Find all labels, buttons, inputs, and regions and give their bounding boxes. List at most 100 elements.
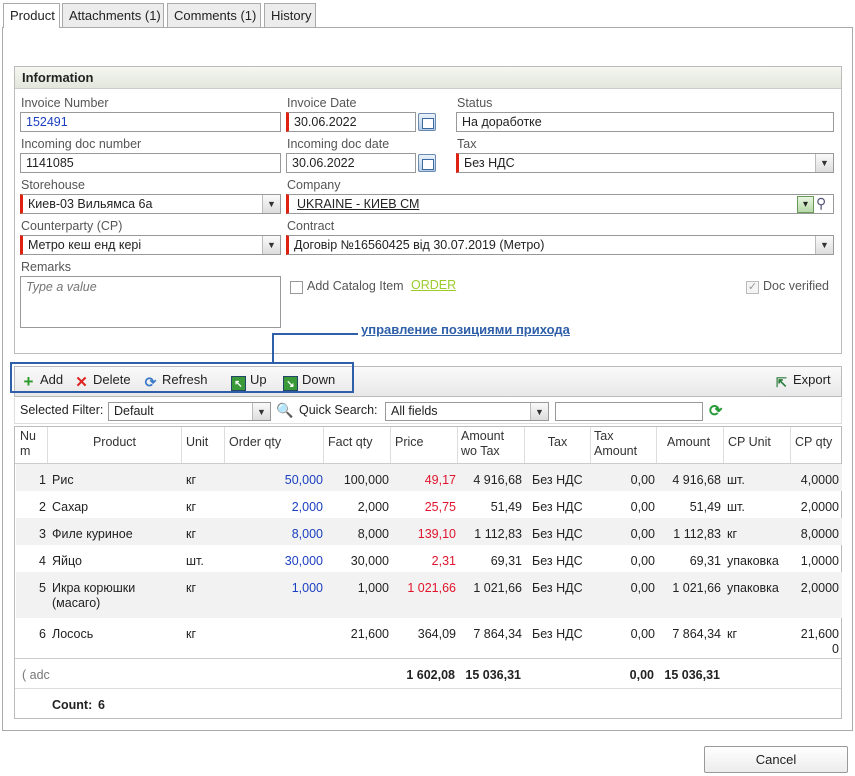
quick-search-field-select[interactable]: All fields ▼	[385, 402, 549, 421]
cell-amount-wo-tax: 7 864,34	[473, 627, 522, 641]
tab-comments[interactable]: Comments (1)	[167, 3, 261, 27]
storehouse-value: Киев-03 Вильямса 6а	[28, 197, 153, 211]
cell-amount-wo-tax: 69,31	[490, 554, 522, 568]
cell-order-qty: 8,000	[291, 527, 323, 541]
total-price: 1 602,08	[406, 668, 455, 682]
company-field[interactable]: UKRAINE - КИЕВ СМ	[286, 194, 834, 214]
column-header-cp-qty[interactable]: CP qty	[791, 427, 842, 463]
column-header-order-qty[interactable]: Order qty	[225, 427, 324, 463]
chevron-down-icon[interactable]: ▼	[252, 403, 270, 420]
export-button[interactable]: ⇱ Export	[774, 372, 831, 390]
cell-cp-unit: шт.	[727, 500, 745, 514]
search-icon[interactable]: ⚲	[816, 195, 834, 213]
cell-product: Рис	[52, 473, 74, 487]
column-header-amount-wo-tax[interactable]: Amount wo Tax	[458, 427, 525, 463]
status-field[interactable]: На доработке	[456, 112, 834, 132]
cell-cp-unit: упаковка	[727, 554, 779, 568]
cell-amount-wo-tax: 51,49	[490, 500, 522, 514]
tab-attachments[interactable]: Attachments (1)	[62, 3, 164, 27]
cell-tax: Без НДС	[532, 554, 583, 568]
table-row[interactable]: 2 Сахар кг 2,000 2,000 25,75 51,49 Без НДС 0,00 5…	[16, 491, 842, 518]
chevron-down-icon[interactable]: ▼	[815, 236, 833, 254]
cancel-button[interactable]: Cancel	[704, 746, 848, 773]
order-link[interactable]: ORDER	[411, 278, 456, 292]
column-header-cp-unit[interactable]: CP Unit	[724, 427, 791, 463]
table-row[interactable]: 4 Яйцо шт. 30,000 30,000 2,31 69,31 Без НДС 0,00…	[16, 545, 842, 572]
cell-unit: кг	[186, 627, 197, 641]
table-row[interactable]: 3 Филе куриное кг 8,000 8,000 139,10 1 112,83 Б…	[16, 518, 842, 545]
calendar-icon[interactable]	[418, 113, 436, 131]
callout-connector	[272, 333, 358, 335]
count-label: Count:	[52, 698, 93, 712]
doc-verified-label: Doc verified	[763, 279, 829, 293]
cell-fact-qty: 8,000	[357, 527, 389, 541]
quick-search-label: Quick Search:	[299, 403, 378, 417]
delete-button[interactable]: ✕ Delete	[74, 372, 130, 390]
arrow-down-icon: ↘	[283, 376, 298, 391]
table-row[interactable]: 1 Рис кг 50,000 100,000 49,17 4 916,68 Без НДС 0…	[16, 464, 842, 491]
column-header-amount[interactable]: Amount	[657, 427, 724, 463]
column-header-product[interactable]: Product	[48, 427, 182, 463]
chevron-down-icon[interactable]: ▼	[815, 154, 833, 172]
tab-history[interactable]: History	[264, 3, 316, 27]
up-button[interactable]: ↖ Up	[231, 372, 267, 391]
information-title: Information	[15, 67, 841, 89]
cell-amount: 51,49	[689, 500, 721, 514]
cell-order-qty: 50,000	[284, 473, 323, 487]
company-value[interactable]: UKRAINE - КИЕВ СМ	[297, 197, 419, 211]
tax-select[interactable]: Без НДС ▼	[456, 153, 834, 173]
column-header-unit[interactable]: Unit	[182, 427, 225, 463]
incoming-doc-date-field[interactable]: 30.06.2022	[286, 153, 416, 173]
cell-price: 2,31	[431, 554, 456, 568]
cell-cp-qty: 21,600 0	[800, 627, 839, 656]
cell-product: Яйцо	[52, 554, 82, 568]
cell-fact-qty: 30,000	[350, 554, 389, 568]
refresh-icon: ⟳	[144, 374, 157, 390]
contract-select[interactable]: Договір №16560425 від 30.07.2019 (Метро)…	[286, 235, 834, 255]
cell-fact-qty: 1,000	[357, 581, 389, 595]
cell-price: 49,17	[424, 473, 456, 487]
cell-fact-qty: 2,000	[357, 500, 389, 514]
column-header-tax-amount[interactable]: Tax Amount	[591, 427, 657, 463]
cell-amount: 69,31	[689, 554, 721, 568]
invoice-number-field[interactable]: 152491	[20, 112, 281, 132]
cell-tax-amount: 0,00	[630, 473, 655, 487]
add-catalog-checkbox[interactable]	[290, 281, 303, 294]
table-row[interactable]: 6 Лосось кг 21,600 364,09 7 864,34 Без НДС 0,00…	[16, 618, 842, 658]
chevron-down-icon[interactable]: ▼	[262, 195, 280, 213]
add-catalog-label: Add Catalog Item	[307, 279, 404, 293]
invoice-date-field[interactable]: 30.06.2022	[286, 112, 416, 132]
refresh-search-icon[interactable]: ⟳	[709, 401, 722, 421]
count-value: 6	[98, 698, 105, 712]
storehouse-select[interactable]: Киев-03 Вильямса 6а ▼	[20, 194, 281, 214]
table-row[interactable]: 5 Икра корюшки (масаго) кг 1,000 1,000 1 021,…	[16, 572, 842, 618]
add-row-hint[interactable]: ( adc	[22, 668, 50, 682]
counterparty-select[interactable]: Метро кеш енд кері ▼	[20, 235, 281, 255]
cell-amount: 1 112,83	[673, 527, 721, 541]
chevron-down-icon[interactable]: ▼	[262, 236, 280, 254]
add-button[interactable]: + Add	[21, 372, 64, 390]
cell-price: 25,75	[424, 500, 456, 514]
column-header-price[interactable]: Price	[391, 427, 458, 463]
incoming-doc-number-label: Incoming doc number	[21, 137, 142, 151]
remarks-textarea[interactable]	[20, 276, 281, 328]
cell-tax-amount: 0,00	[630, 581, 655, 595]
tab-product[interactable]: Product	[3, 3, 60, 28]
column-header-num[interactable]: Nu m	[15, 427, 48, 463]
down-button[interactable]: ↘ Down	[283, 372, 335, 391]
cell-cp-qty: 2,0000	[800, 581, 839, 595]
annotation-label: управление позициями прихода	[361, 322, 570, 337]
calendar-icon[interactable]	[418, 154, 436, 172]
filter-search-icon[interactable]: 🔍	[276, 402, 293, 419]
cell-tax: Без НДС	[532, 500, 583, 514]
doc-verified-checkbox[interactable]: ✓	[746, 281, 759, 294]
chevron-down-icon[interactable]: ▼	[530, 403, 548, 420]
incoming-doc-number-field[interactable]: 1141085	[20, 153, 281, 173]
selected-filter-select[interactable]: Default ▼	[108, 402, 271, 421]
column-header-fact-qty[interactable]: Fact qty	[324, 427, 391, 463]
quick-search-input[interactable]	[555, 402, 703, 421]
lookup-icon[interactable]: ▾	[797, 196, 814, 213]
cell-num: 5	[39, 581, 46, 595]
refresh-button[interactable]: ⟳ Refresh	[143, 372, 208, 390]
column-header-tax[interactable]: Tax	[525, 427, 591, 463]
